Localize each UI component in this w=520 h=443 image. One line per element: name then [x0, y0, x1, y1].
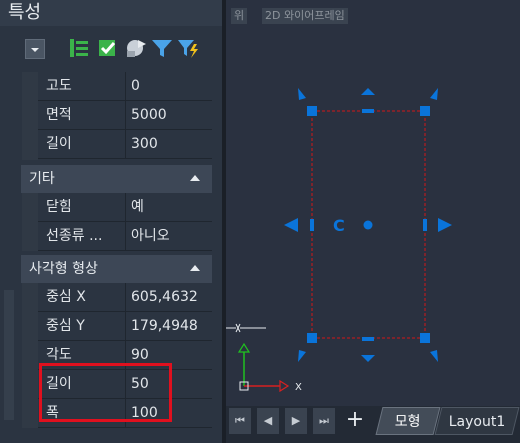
corner-grip[interactable] [420, 106, 430, 116]
property-label: 선종류 ... [38, 222, 126, 250]
palette-title-bar[interactable]: 특성 [0, 0, 222, 26]
collapse-icon[interactable] [190, 265, 200, 271]
prev-layout-button[interactable]: ◀ [257, 408, 279, 434]
midpoint-grip[interactable] [423, 219, 427, 231]
row-gutter [22, 193, 38, 251]
property-label: 길이 [38, 130, 126, 158]
ucs-x-arrow [279, 379, 290, 393]
tab-layout1[interactable]: Layout1 [434, 407, 520, 435]
first-layout-button[interactable]: ⏮ [229, 408, 251, 434]
property-label: 중심 X [38, 283, 126, 311]
filter-lightning-icon[interactable] [176, 36, 200, 60]
tab-layout1-label: Layout1 [448, 414, 506, 430]
layout-tab-bar: ⏮ ◀ ▶ ⏭ + 모형 Layout1 [226, 406, 520, 443]
section-title: 기타 [29, 171, 55, 187]
last-layout-button[interactable]: ⏭ [313, 408, 335, 434]
drawing-canvas[interactable]: C X [226, 0, 520, 406]
property-label: 중심 Y [38, 312, 126, 340]
tab-model-label: 모형 [394, 414, 421, 430]
property-value[interactable]: 179,4948 [127, 312, 216, 340]
property-value[interactable]: 예 [127, 193, 216, 221]
property-row[interactable]: 고도 0 [38, 72, 212, 101]
toggle-pickadd-icon[interactable] [68, 36, 92, 60]
highlight-box [39, 363, 172, 422]
crosshair-stub [235, 323, 241, 333]
stretch-arrow[interactable] [430, 88, 438, 100]
drawing-viewport[interactable]: 위 2D 와이어프레임 C X [226, 0, 520, 443]
property-value[interactable]: 0 [127, 72, 216, 100]
stretch-arrow[interactable] [298, 350, 306, 362]
property-row[interactable]: 닫힘 예 [38, 193, 212, 222]
properties-palette: 특성 고도 0 면적 5000 길이 300 기타 닫힘 예 선종류 ... 아… [0, 0, 222, 443]
selection-dropdown[interactable] [25, 39, 45, 59]
property-value[interactable]: 아니오 [127, 222, 216, 250]
select-objects-icon[interactable] [96, 36, 120, 60]
palette-scrollbar[interactable] [4, 290, 14, 420]
corner-grip[interactable] [307, 333, 317, 343]
row-gutter [22, 283, 38, 428]
row-gutter [22, 72, 38, 160]
property-label: 닫힘 [38, 193, 126, 221]
stretch-arrow[interactable] [298, 88, 306, 100]
palette-title: 특성 [8, 2, 42, 23]
ucs-x-label: X [295, 382, 302, 393]
next-layout-button[interactable]: ▶ [285, 408, 307, 434]
property-row[interactable]: 중심 X 605,4632 [38, 283, 212, 312]
property-label: 고도 [38, 72, 126, 100]
filter-icon[interactable] [150, 36, 174, 60]
property-row[interactable]: 중심 Y 179,4948 [38, 312, 212, 341]
edge-arrow[interactable] [361, 355, 375, 362]
midpoint-grip[interactable] [362, 109, 374, 113]
edge-arrow[interactable] [361, 88, 375, 95]
stretch-arrow[interactable] [430, 350, 438, 362]
property-value[interactable]: 605,4632 [127, 283, 216, 311]
property-row[interactable]: 길이 300 [38, 130, 212, 159]
center-marker: C [333, 216, 345, 235]
property-row[interactable]: 선종류 ... 아니오 [38, 222, 212, 251]
edge-arrow[interactable] [438, 218, 452, 232]
add-layout-button[interactable]: + [342, 406, 368, 434]
midpoint-grip[interactable] [310, 219, 314, 231]
tab-model[interactable]: 모형 [375, 407, 441, 435]
corner-grip[interactable] [420, 333, 430, 343]
property-row[interactable]: 면적 5000 [38, 101, 212, 130]
ucs-y-arrow [237, 342, 251, 353]
midpoint-grip[interactable] [362, 337, 374, 341]
section-misc-header[interactable]: 기타 [21, 165, 212, 193]
edge-arrow[interactable] [284, 218, 298, 232]
section-rect-header[interactable]: 사각형 형상 [21, 255, 212, 283]
property-value[interactable]: 5000 [127, 101, 216, 129]
property-value[interactable]: 300 [127, 130, 216, 158]
property-label: 면적 [38, 101, 126, 129]
corner-grip[interactable] [307, 106, 317, 116]
quick-select-icon[interactable] [124, 36, 148, 60]
collapse-icon[interactable] [190, 175, 200, 181]
section-title: 사각형 형상 [29, 261, 98, 277]
palette-toolbar [0, 27, 222, 62]
center-grip[interactable] [363, 220, 373, 230]
